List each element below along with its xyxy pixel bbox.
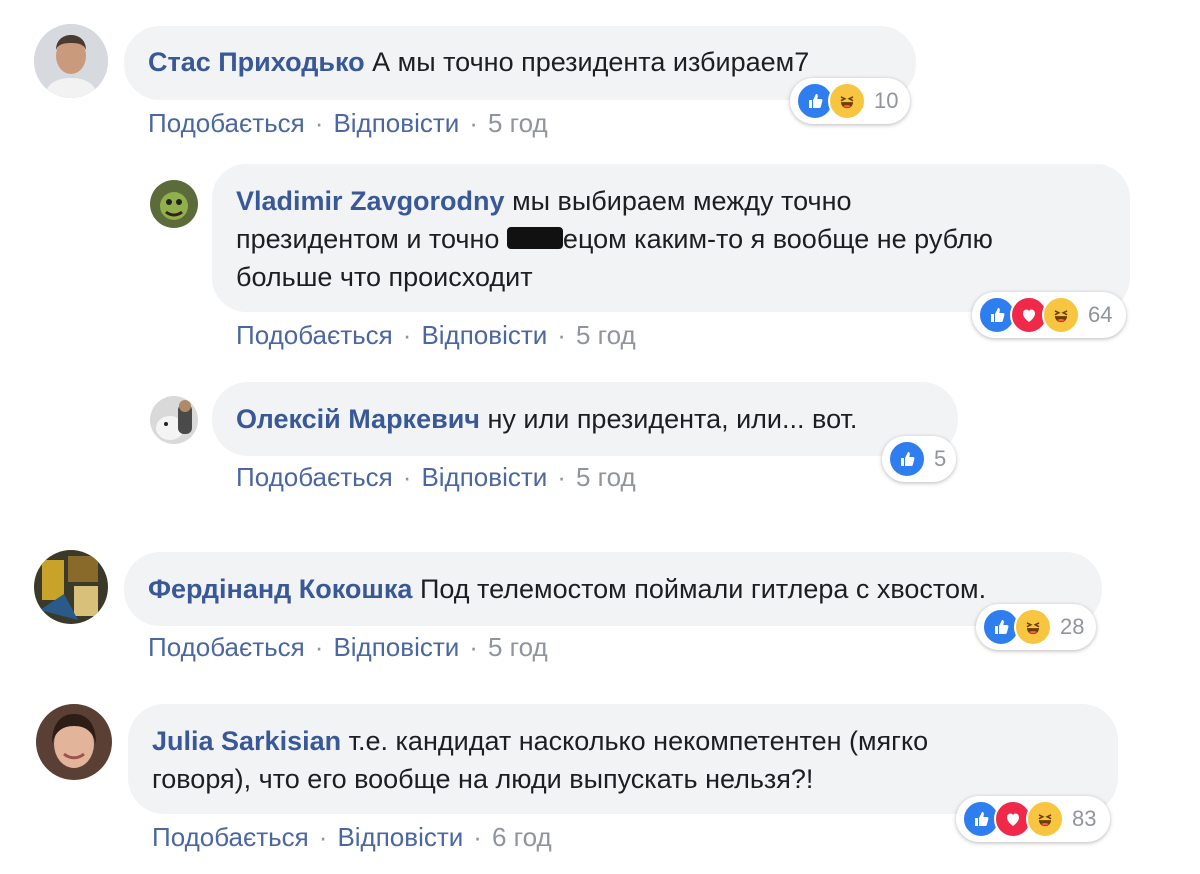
reaction-summary[interactable]: 5 <box>882 436 956 482</box>
haha-reaction-icon <box>1026 800 1064 838</box>
author-name[interactable]: Julia Sarkisian <box>152 726 341 756</box>
separator: · <box>557 320 566 350</box>
comment-text: А мы точно президента избираем7 <box>372 47 810 77</box>
reply-link[interactable]: Відповісти <box>421 462 547 492</box>
user-photo-icon <box>34 24 108 98</box>
like-link[interactable]: Подобається <box>152 822 309 852</box>
user-photo-icon <box>150 180 198 228</box>
comment-bubble: Олексій Маркевич ну или президента, или.… <box>212 382 958 456</box>
comment-text: Под телемостом поймали гитлера с хвостом… <box>419 574 987 604</box>
avatar[interactable] <box>150 180 198 228</box>
author-name[interactable]: Vladimir Zavgorodny <box>236 186 505 216</box>
reaction-count: 5 <box>934 446 947 471</box>
timestamp[interactable]: 5 год <box>488 632 548 662</box>
haha-reaction-icon <box>1042 296 1080 334</box>
haha-reaction-icon <box>828 82 866 120</box>
author-name[interactable]: Фердінанд Кокошка <box>148 574 412 604</box>
reply-link[interactable]: Відповісти <box>421 320 547 350</box>
user-photo-icon <box>36 704 112 780</box>
comment-text-line-1: мы выбираем между точно <box>512 186 852 216</box>
reaction-summary[interactable]: 64 <box>972 292 1126 338</box>
like-link[interactable]: Подобається <box>236 320 393 350</box>
user-photo-icon <box>34 550 108 624</box>
author-name[interactable]: Олексій Маркевич <box>236 404 480 434</box>
like-link[interactable]: Подобається <box>236 462 393 492</box>
comment-bubble: Фердінанд Кокошка Под телемостом поймали… <box>124 552 1102 626</box>
separator: · <box>314 632 324 662</box>
reaction-summary[interactable]: 10 <box>790 78 910 124</box>
haha-reaction-icon <box>1014 608 1052 646</box>
comment-actions: Подобається · Відповісти · 5 год <box>148 108 548 139</box>
reaction-summary[interactable]: 83 <box>956 796 1110 842</box>
separator: · <box>469 108 478 138</box>
avatar[interactable] <box>34 550 108 624</box>
reaction-count: 64 <box>1088 302 1113 327</box>
comment-actions: Подобається · Відповісти · 5 год <box>148 632 548 663</box>
reply-link[interactable]: Відповісти <box>337 822 463 852</box>
redaction-mark <box>506 226 563 249</box>
separator: · <box>314 108 324 138</box>
timestamp[interactable]: 5 год <box>488 108 548 138</box>
comment-text-line-2a: президентом и точно <box>236 224 507 254</box>
comment-actions: Подобається · Відповісти · 5 год <box>236 320 636 351</box>
avatar[interactable] <box>150 396 198 444</box>
comment-actions: Подобається · Відповісти · 5 год <box>236 462 636 493</box>
comment-text: ну или президента, или... вот. <box>487 404 858 434</box>
comment-bubble: Vladimir Zavgorodny мы выбираем между то… <box>212 164 1130 312</box>
like-link[interactable]: Подобається <box>148 108 305 138</box>
avatar[interactable] <box>34 24 108 98</box>
separator: · <box>469 632 478 662</box>
timestamp[interactable]: 5 год <box>576 462 636 492</box>
comment-text-line-2: говоря), что его вообще на люди выпускат… <box>152 764 814 794</box>
like-link[interactable]: Подобається <box>148 632 305 662</box>
reply-link[interactable]: Відповісти <box>333 108 459 138</box>
avatar[interactable] <box>36 704 112 780</box>
separator: · <box>402 320 412 350</box>
timestamp[interactable]: 5 год <box>576 320 636 350</box>
comment-actions: Подобається · Відповісти · 6 год <box>152 822 552 853</box>
comment-text-line-2b: ецом каким-то я вообще не рублю <box>562 224 993 254</box>
reaction-count: 10 <box>874 88 899 113</box>
like-reaction-icon <box>888 440 926 478</box>
separator: · <box>473 822 482 852</box>
reaction-count: 83 <box>1072 806 1097 831</box>
author-name[interactable]: Стас Приходько <box>148 47 365 77</box>
reaction-count: 28 <box>1060 614 1085 639</box>
reply-link[interactable]: Відповісти <box>333 632 459 662</box>
user-photo-icon <box>150 396 198 444</box>
comment-text-line-1: т.е. кандидат насколько некомпетентен (м… <box>348 726 929 756</box>
separator: · <box>402 462 412 492</box>
timestamp[interactable]: 6 год <box>492 822 552 852</box>
comment-text-line-3: больше что происходит <box>236 262 533 292</box>
reaction-summary[interactable]: 28 <box>976 604 1096 650</box>
separator: · <box>557 462 566 492</box>
separator: · <box>318 822 328 852</box>
